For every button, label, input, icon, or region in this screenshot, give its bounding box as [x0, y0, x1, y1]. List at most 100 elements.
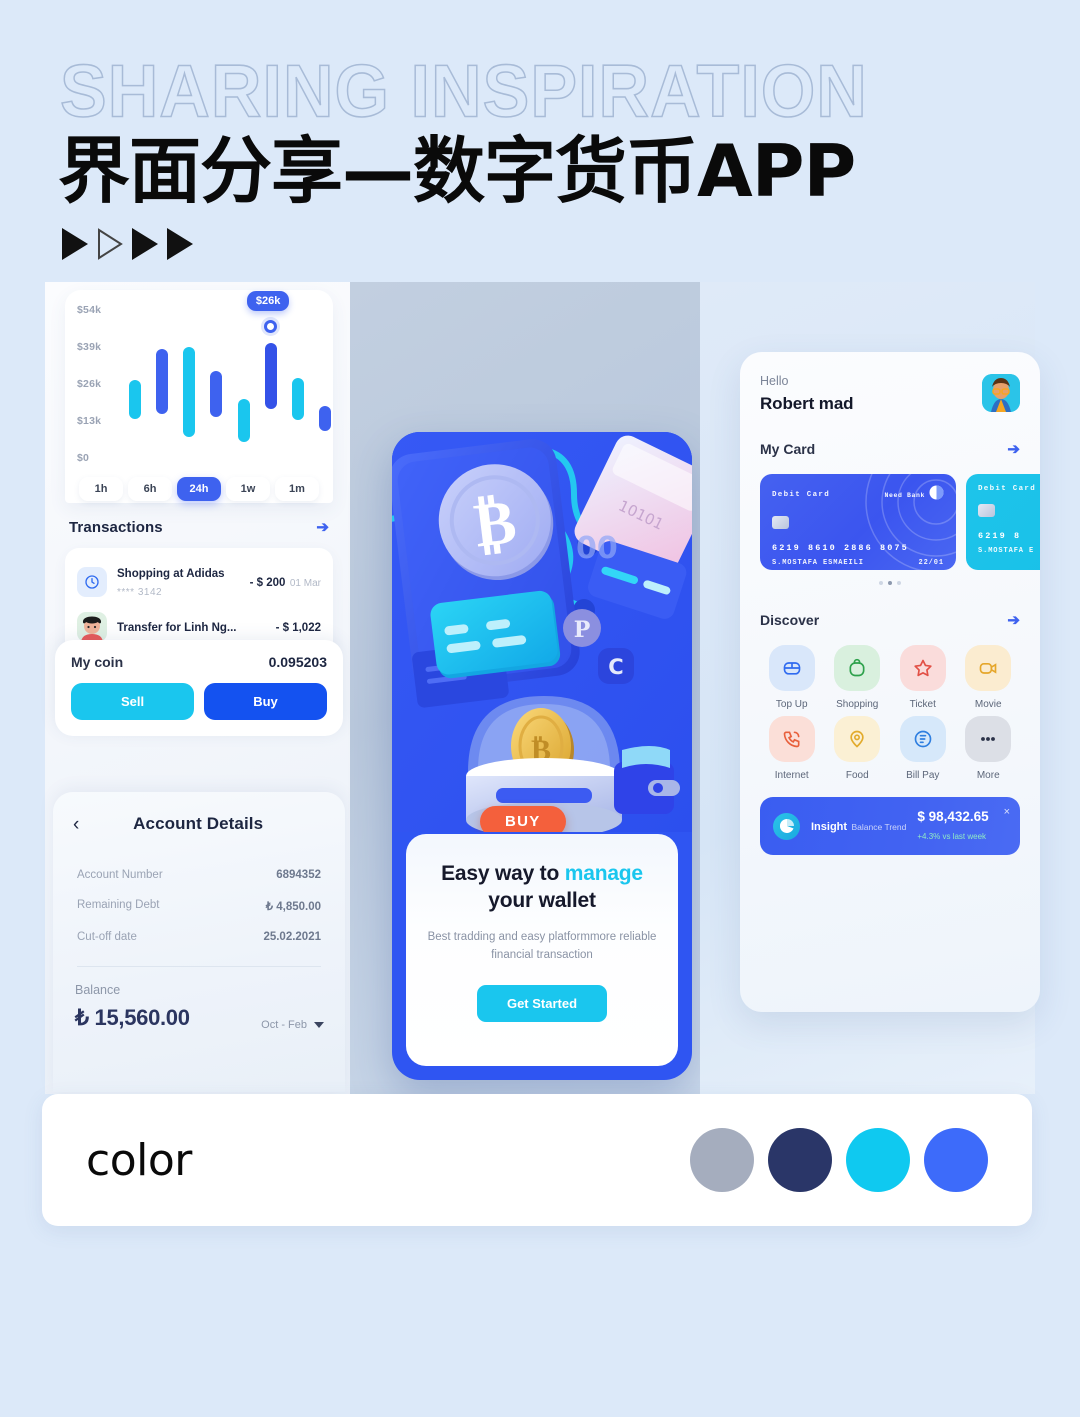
- balance-row: ₺ 15,560.00 Oct - Feb: [73, 1005, 325, 1031]
- bank-card[interactable]: Debit Card Need Bank 6219 8610 2886 8075…: [760, 474, 956, 570]
- table-row[interactable]: Shopping at Adidas **** 3142 - $ 200 01 …: [75, 558, 323, 606]
- arrow-row: [62, 228, 193, 260]
- back-chevron-icon[interactable]: ‹: [73, 815, 79, 834]
- video-icon: [965, 645, 1012, 691]
- page-header: SHARING INSPIRATION 界面分享—数字货币APP: [0, 0, 1080, 282]
- star-icon: [899, 645, 946, 691]
- chart-tooltip: $26k: [246, 291, 290, 312]
- chart-bar: [292, 378, 305, 421]
- discover-item-food[interactable]: Food: [826, 716, 890, 781]
- color-swatch-navy[interactable]: [768, 1128, 832, 1192]
- card-number: 6219 8: [978, 531, 1022, 541]
- my-coin-row: My coin 0.095203: [71, 654, 327, 670]
- insight-subtitle: Balance Trend: [851, 822, 907, 832]
- color-swatch-blue[interactable]: [924, 1128, 988, 1192]
- buy-badge[interactable]: BUY: [480, 806, 566, 832]
- play-arrow-icon: [132, 228, 158, 260]
- discover-item-movie[interactable]: Movie: [957, 645, 1021, 710]
- discover-header: Discover ➔: [760, 611, 1020, 629]
- play-arrow-outline-icon: [97, 228, 123, 260]
- insight-amount: $ 98,432.65: [917, 809, 989, 824]
- account-details-card: ‹ Account Details Account Number 6894352…: [53, 792, 345, 1092]
- chart-marker-dot: [264, 320, 278, 334]
- chart-bar: [210, 371, 223, 418]
- close-icon[interactable]: ×: [1004, 807, 1010, 818]
- account-header: ‹ Account Details: [73, 814, 325, 834]
- get-started-button[interactable]: Get Started: [477, 985, 607, 1023]
- chart-bar: [128, 379, 141, 419]
- timeframe-pill-24h[interactable]: 24h: [177, 477, 221, 501]
- chart-card: $54k $39k $26k $13k $0 $26k 1h 6h 24h 1w 1m: [65, 290, 333, 503]
- y-tick: $39k: [77, 341, 102, 353]
- chevron-down-icon: [313, 1021, 325, 1030]
- balance-label: Balance: [75, 983, 121, 997]
- discover-item-label: Food: [845, 770, 869, 781]
- middle-panel: ₿ 10101 00 P C ₿ BUY Easy way to manage …: [350, 282, 700, 1094]
- insight-values: $ 98,432.65 +4.3% vs last week: [917, 808, 1007, 844]
- account-row: Cut-off date 25.02.2021: [73, 922, 325, 952]
- avatar[interactable]: [982, 374, 1020, 412]
- discover-item-bill-pay[interactable]: Bill Pay: [891, 716, 955, 781]
- discover-item-top-up[interactable]: Top Up: [760, 645, 824, 710]
- discover-item-label: Shopping: [836, 699, 879, 710]
- carousel-dot-active[interactable]: [888, 581, 892, 585]
- card-pattern-icon: [865, 474, 956, 570]
- card-chip-icon: [772, 516, 789, 529]
- balance-amount: ₺ 15,560.00: [75, 1005, 190, 1030]
- timeframe-pills[interactable]: 1h 6h 24h 1w 1m: [75, 469, 323, 501]
- onboarding-paragraph: Best tradding and easy platformmore reli…: [427, 930, 657, 961]
- card-chip-icon: [978, 504, 995, 517]
- more-icon: [965, 716, 1012, 762]
- phone-call-icon: [768, 716, 815, 762]
- transaction-amount: - $ 200: [249, 577, 286, 589]
- chart-bar: [319, 406, 332, 432]
- sell-button[interactable]: Sell: [71, 683, 194, 720]
- timeframe-pill-6h[interactable]: 6h: [128, 477, 172, 501]
- divider: [77, 966, 321, 967]
- carousel-dot[interactable]: [879, 581, 883, 585]
- coin-actions: Sell Buy: [71, 683, 327, 720]
- color-swatch-gray-blue[interactable]: [690, 1128, 754, 1192]
- arrow-right-icon[interactable]: ➔: [316, 518, 329, 536]
- account-value: 6894352: [276, 869, 321, 881]
- heading-part-2: your wallet: [488, 889, 596, 913]
- cards-carousel[interactable]: Debit Card Need Bank 6219 8610 2886 8075…: [760, 474, 1040, 570]
- crypto-illustration: ₿ 10101 00 P C ₿ BUY: [392, 432, 692, 832]
- insight-banner[interactable]: Insight Balance Trend $ 98,432.65 +4.3% …: [760, 797, 1020, 855]
- bank-card[interactable]: Debit Card 6219 8 S.MOSTAFA E: [966, 474, 1040, 570]
- onboarding-card: Easy way to manage your wallet Best trad…: [406, 834, 678, 1066]
- chart-bar: [155, 348, 168, 415]
- account-key: Remaining Debt: [77, 899, 160, 911]
- discover-item-ticket[interactable]: Ticket: [891, 645, 955, 710]
- buy-button[interactable]: Buy: [204, 683, 327, 720]
- account-value: ₺ 4,850.00: [265, 901, 321, 913]
- balance-period-selector[interactable]: Oct - Feb: [261, 1019, 325, 1031]
- account-row: Account Number 6894352: [73, 860, 325, 890]
- account-key: Cut-off date: [77, 931, 137, 943]
- discover-item-shopping[interactable]: Shopping: [826, 645, 890, 710]
- transaction-date: 01 Mar: [289, 578, 321, 589]
- heading-highlight: manage: [564, 862, 643, 885]
- wallet-icon: [768, 645, 815, 691]
- bag-icon: [834, 645, 881, 691]
- chart-bar: [237, 399, 250, 443]
- bank-card-top: Debit Card: [978, 485, 1040, 493]
- carousel-dot[interactable]: [897, 581, 901, 585]
- svg-text:00: 00: [576, 531, 618, 566]
- arrow-right-icon[interactable]: ➔: [1007, 611, 1020, 629]
- avatar-icon: [77, 612, 107, 642]
- discover-item-more[interactable]: More: [957, 716, 1021, 781]
- color-swatch-cyan[interactable]: [846, 1128, 910, 1192]
- timeframe-pill-1m[interactable]: 1m: [275, 477, 319, 501]
- svg-text:C: C: [608, 655, 623, 679]
- insight-change: +4.3% vs last week: [917, 832, 987, 841]
- timeframe-pill-1w[interactable]: 1w: [226, 477, 270, 501]
- y-tick: $26k: [77, 378, 102, 390]
- chart-bar: [264, 343, 277, 409]
- transactions-section: Transactions ➔ Shopping at Adidas **** 3…: [65, 518, 333, 658]
- arrow-right-icon[interactable]: ➔: [1007, 440, 1020, 458]
- carousel-dots[interactable]: [760, 581, 1020, 585]
- discover-item-label: Top Up: [775, 699, 808, 710]
- discover-item-internet[interactable]: Internet: [760, 716, 824, 781]
- timeframe-pill-1h[interactable]: 1h: [79, 477, 123, 501]
